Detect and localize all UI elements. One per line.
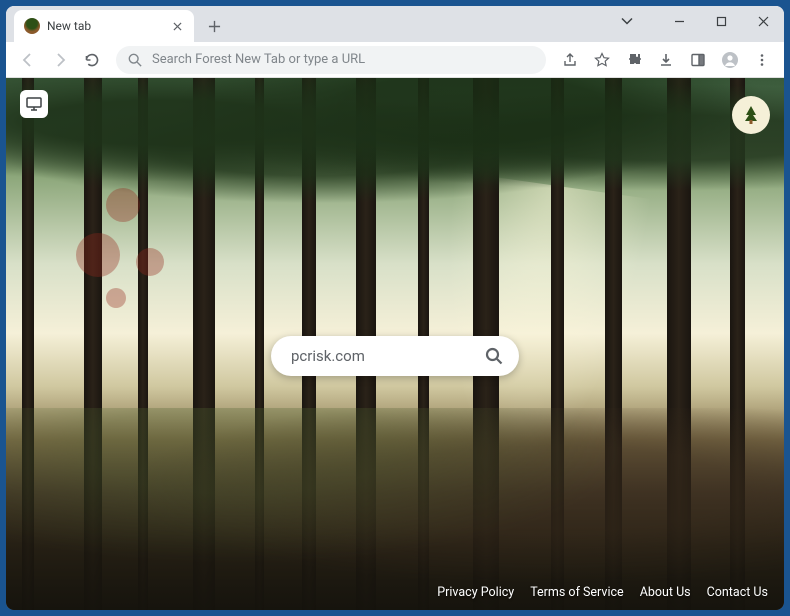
footer-links: Privacy Policy Terms of Service About Us… (437, 585, 768, 600)
search-icon (128, 53, 142, 67)
reload-icon (84, 52, 100, 68)
app-badge-button[interactable] (732, 96, 770, 134)
toolbar: Search Forest New Tab or type a URL (6, 42, 784, 78)
footer-link-terms[interactable]: Terms of Service (530, 585, 623, 600)
x-icon (173, 22, 182, 31)
download-icon (658, 52, 674, 68)
sidepanel-button[interactable] (684, 46, 712, 74)
browser-tab[interactable]: New tab (14, 10, 194, 42)
arrow-left-icon (20, 52, 36, 68)
share-icon (562, 52, 578, 68)
search-input-value: pcrisk.com (291, 347, 479, 365)
tab-search-button[interactable] (606, 6, 648, 36)
extensions-button[interactable] (620, 46, 648, 74)
display-settings-button[interactable] (20, 90, 48, 118)
minimize-icon (674, 16, 685, 27)
search-submit-button[interactable] (479, 341, 509, 371)
puzzle-icon (626, 52, 642, 68)
window-controls (606, 6, 784, 36)
dots-vertical-icon (755, 53, 769, 67)
favicon-icon (24, 18, 40, 34)
close-tab-button[interactable] (170, 19, 184, 33)
address-bar-text: Search Forest New Tab or type a URL (152, 52, 534, 67)
plus-icon (208, 20, 221, 33)
new-tab-button[interactable] (200, 12, 228, 40)
maximize-button[interactable] (700, 6, 742, 36)
arrow-right-icon (52, 52, 68, 68)
footer-link-privacy[interactable]: Privacy Policy (437, 585, 514, 600)
titlebar: New tab (6, 6, 784, 42)
share-button[interactable] (556, 46, 584, 74)
footer-link-contact[interactable]: Contact Us (707, 585, 768, 600)
star-icon (594, 52, 610, 68)
profile-button[interactable] (716, 46, 744, 74)
page-search-box[interactable]: pcrisk.com (271, 336, 519, 376)
downloads-button[interactable] (652, 46, 680, 74)
panel-icon (690, 52, 706, 68)
x-icon (758, 16, 769, 27)
footer-link-about[interactable]: About Us (640, 585, 691, 600)
page-content: pcrisk.com Privacy Policy Terms of Servi… (6, 78, 784, 610)
monitor-icon (26, 97, 42, 111)
bookmark-button[interactable] (588, 46, 616, 74)
tab-title: New tab (47, 19, 91, 33)
chevron-down-icon (621, 17, 633, 25)
forward-button[interactable] (46, 46, 74, 74)
background-ground (6, 408, 784, 610)
address-bar[interactable]: Search Forest New Tab or type a URL (116, 46, 546, 74)
browser-window: New tab (6, 6, 784, 610)
close-window-button[interactable] (742, 6, 784, 36)
minimize-button[interactable] (658, 6, 700, 36)
person-icon (721, 51, 739, 69)
back-button[interactable] (14, 46, 42, 74)
maximize-icon (716, 16, 727, 27)
reload-button[interactable] (78, 46, 106, 74)
tree-icon (739, 103, 763, 127)
menu-button[interactable] (748, 46, 776, 74)
search-icon (485, 347, 503, 365)
